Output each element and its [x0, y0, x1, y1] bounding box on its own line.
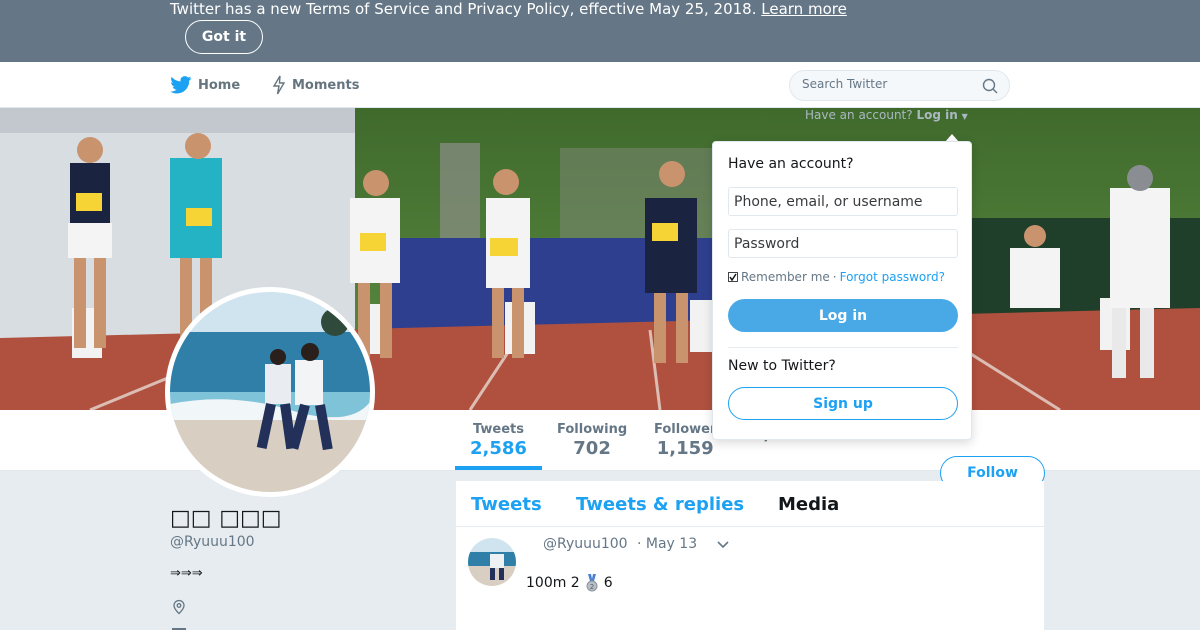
- tweet-text: 100m 2 2 6: [526, 574, 613, 592]
- top-navbar: Home Moments: [0, 62, 1200, 108]
- medal-icon: 2: [586, 574, 598, 592]
- stat-label: Tweets: [472, 422, 524, 437]
- stat-label: Following: [557, 422, 628, 437]
- tab-tweets-replies[interactable]: Tweets & replies: [576, 494, 744, 515]
- stat-value: 2,586: [470, 438, 527, 459]
- tab-media[interactable]: Media: [778, 494, 839, 515]
- nav-moments-label: Moments: [292, 77, 360, 93]
- tweet-avatar-image: [468, 538, 516, 586]
- remember-row: Remember me · Forgot password?: [728, 270, 945, 284]
- tweet-author-handle[interactable]: @Ryuuu100: [543, 536, 628, 552]
- tweet-avatar[interactable]: [468, 538, 516, 586]
- profile-handle[interactable]: @Ryuuu100: [170, 534, 255, 550]
- location-pin-icon: [173, 599, 185, 615]
- new-to-twitter-label: New to Twitter?: [728, 358, 836, 374]
- active-stat-underline: [455, 466, 542, 470]
- banner-message: Twitter has a new Terms of Service and P…: [170, 0, 847, 18]
- search-input[interactable]: [802, 77, 977, 91]
- login-button[interactable]: Log in: [728, 299, 958, 332]
- divider: [728, 347, 958, 348]
- lightning-bolt-icon: [272, 75, 286, 95]
- nav-home[interactable]: Home: [170, 62, 240, 108]
- have-account-text: Have an account?: [805, 108, 913, 122]
- forgot-password-link[interactable]: Forgot password?: [840, 270, 945, 284]
- separator-dot: ·: [832, 270, 837, 284]
- username-field[interactable]: [728, 187, 958, 216]
- profile-bio: ⇒⇒⇒: [170, 566, 203, 581]
- signup-button[interactable]: Sign up: [728, 387, 958, 420]
- nav-moments[interactable]: Moments: [272, 62, 359, 108]
- search-box[interactable]: [789, 70, 1010, 101]
- login-dropdown: Have an account? Remember me · Forgot pa…: [712, 141, 972, 440]
- timeline-tabs: Tweets Tweets & replies Media: [456, 481, 1044, 527]
- learn-more-link[interactable]: Learn more: [761, 0, 847, 18]
- chevron-down-icon[interactable]: [716, 540, 730, 550]
- banner-text: Twitter has a new Terms of Service and P…: [170, 0, 757, 18]
- login-toggle[interactable]: Log in: [916, 108, 957, 122]
- remember-me-label[interactable]: Remember me: [741, 270, 830, 284]
- profile-avatar[interactable]: [165, 287, 375, 497]
- got-it-button[interactable]: Got it: [185, 20, 263, 54]
- stat-label: Follower: [654, 422, 717, 437]
- caret-down-icon[interactable]: ▼: [962, 112, 968, 121]
- terms-banner: Twitter has a new Terms of Service and P…: [0, 0, 1200, 62]
- profile-name: □□ □□□: [170, 506, 282, 531]
- tweet-text-end: 6: [603, 575, 613, 591]
- svg-text:2: 2: [589, 583, 593, 591]
- stat-value: 702: [573, 438, 611, 459]
- login-title: Have an account?: [728, 156, 854, 172]
- password-field[interactable]: [728, 229, 958, 258]
- have-account-prompt: Have an account? Log in ▼: [805, 108, 968, 122]
- remember-me-checkbox[interactable]: [728, 272, 738, 282]
- stat-tweets[interactable]: Tweets 2,586: [470, 422, 527, 459]
- stat-value: 1,159: [656, 438, 714, 459]
- avatar-image: [170, 292, 370, 492]
- tab-tweets[interactable]: Tweets: [471, 494, 542, 515]
- nav-home-label: Home: [198, 77, 241, 93]
- tweet-text-start: 100m 2: [526, 575, 580, 591]
- stat-following[interactable]: Following 702: [557, 422, 627, 459]
- tweet-timestamp[interactable]: · May 13: [637, 536, 697, 552]
- timeline: Tweets Tweets & replies Media @Ryuuu100 …: [456, 481, 1044, 630]
- calendar-icon: [172, 628, 186, 630]
- twitter-bird-icon: [170, 76, 192, 94]
- stat-followers[interactable]: Follower 1,159: [654, 422, 716, 459]
- search-icon[interactable]: [982, 78, 998, 94]
